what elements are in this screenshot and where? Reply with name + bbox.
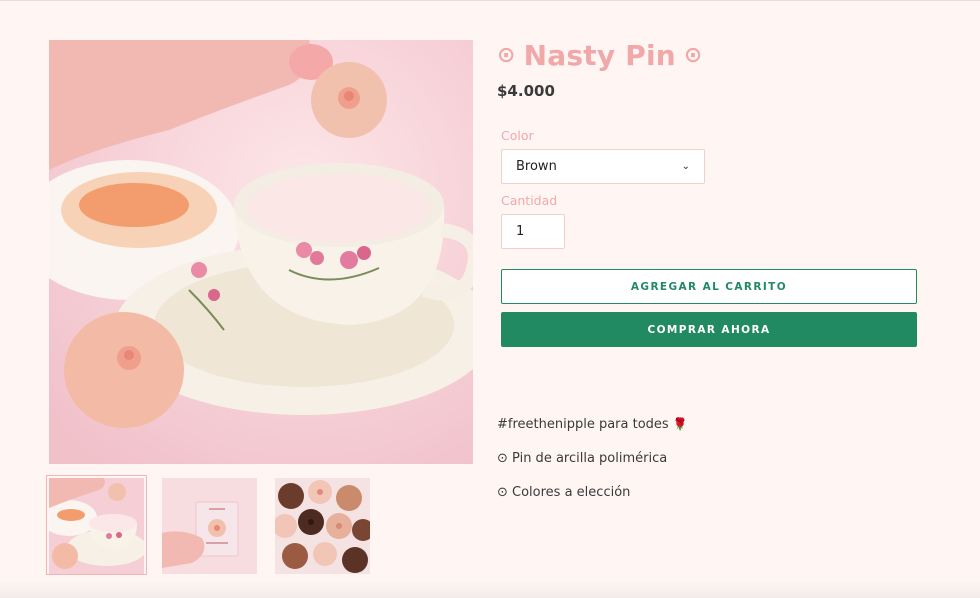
buy-now-button[interactable]: COMPRAR AHORA xyxy=(501,312,917,347)
description-line-1: #freethenipple para todes 🌹 xyxy=(497,417,688,432)
assorted-pins-thumbnail-image xyxy=(275,478,370,574)
thumbnail-teacup[interactable] xyxy=(46,475,147,575)
product-main-image[interactable] xyxy=(49,40,473,464)
quantity-input[interactable]: 1 xyxy=(501,214,565,249)
product-price: $4.000 xyxy=(497,82,555,100)
description-hashtag: #freethenipple para todes xyxy=(497,417,669,432)
circle-dot-icon: ⊙ xyxy=(497,43,516,68)
thumbnail-gallery xyxy=(46,475,373,575)
rose-icon: 🌹 xyxy=(672,417,688,431)
color-select[interactable]: Brown ⌄ xyxy=(501,149,705,184)
top-divider xyxy=(0,0,980,1)
card-package-thumbnail-image xyxy=(162,478,257,574)
description-line-3: ⊙ Colores a elección xyxy=(497,485,631,500)
teacup-thumbnail-image xyxy=(49,478,144,574)
thumbnail-assorted-pins[interactable] xyxy=(272,475,373,575)
circle-dot-icon: ⊙ xyxy=(683,43,703,68)
bottom-fade xyxy=(0,580,980,598)
product-title-text: Nasty Pin xyxy=(523,39,676,72)
add-to-cart-button[interactable]: AGREGAR AL CARRITO xyxy=(501,269,917,304)
description-line-2: ⊙ Pin de arcilla polimérica xyxy=(497,451,668,466)
product-info: ⊙ Nasty Pin ⊙ $4.000 xyxy=(497,36,937,100)
quantity-label: Cantidad xyxy=(501,193,558,208)
product-title: ⊙ Nasty Pin ⊙ xyxy=(497,36,937,76)
color-label: Color xyxy=(501,128,534,143)
color-select-value: Brown xyxy=(516,159,557,174)
teacup-illustration xyxy=(49,40,473,464)
chevron-down-icon: ⌄ xyxy=(681,161,690,172)
quantity-value: 1 xyxy=(516,224,525,239)
thumbnail-card-package[interactable] xyxy=(159,475,260,575)
